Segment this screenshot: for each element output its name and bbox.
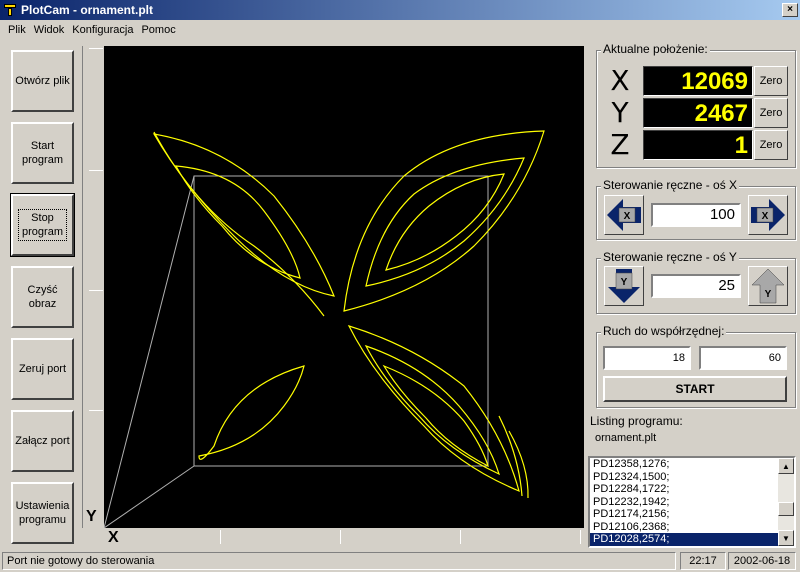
stop-program-button[interactable]: Stop program [10, 193, 75, 257]
arrow-right-icon: X [751, 199, 785, 231]
menu-config[interactable]: Konfiguracja [68, 24, 137, 36]
zero-x-button[interactable]: Zero [754, 66, 788, 96]
status-message: Port nie gotowy do sterowania [2, 552, 676, 570]
menu-bar: Plik Widok Konfiguracja Pomoc [0, 20, 800, 40]
listing-filename: ornament.plt [595, 432, 657, 444]
svg-text:Y: Y [765, 289, 772, 300]
window-title: PlotCam - ornament.plt [21, 3, 154, 17]
list-item[interactable]: PD12174,2156; [590, 508, 794, 521]
list-item[interactable]: PD12232,1942; [590, 496, 794, 509]
app-icon [3, 3, 17, 17]
move-to-x-input[interactable]: 18 [603, 346, 691, 370]
arrow-down-icon: Y [608, 269, 640, 303]
y-coord-label: Y [611, 96, 629, 129]
start-move-button[interactable]: START [603, 376, 787, 402]
y-axis-label: Y [86, 508, 97, 525]
petal-bottom-right-mid [382, 364, 489, 468]
plot-drawing [103, 130, 545, 529]
clear-image-button[interactable]: Czyść obraz [11, 266, 74, 328]
start-program-button[interactable]: Start program [11, 122, 74, 184]
move-to-y-input[interactable]: 60 [699, 346, 787, 370]
x-coord-label: X [610, 64, 630, 97]
move-to-title: Ruch do współrzędnej: [601, 324, 727, 338]
y-coord-value: 2467 [643, 98, 753, 128]
list-item[interactable]: PD12358,1276; [590, 458, 794, 471]
manual-x-title: Sterowanie ręczne - oś X [601, 178, 740, 192]
listing-scrollbar[interactable]: ▲ ▼ [778, 458, 794, 546]
status-bar: Port nie gotowy do sterowania 22:17 2002… [0, 550, 800, 572]
arc-top-left [153, 131, 325, 317]
svg-text:Y: Y [621, 277, 628, 288]
zero-y-button[interactable]: Zero [754, 98, 788, 128]
petal-top-left-inner [174, 165, 301, 279]
move-x-right-button[interactable]: X [748, 195, 788, 235]
list-item[interactable]: PD12106,2368; [590, 521, 794, 534]
position-title: Aktualne położenie: [601, 42, 710, 56]
z-coord-label: Z [610, 128, 630, 161]
listing-box[interactable]: PD12358,1276; PD12324,1500; PD12284,1722… [588, 456, 796, 548]
petal-top-left-outer [152, 133, 335, 297]
svg-text:X: X [762, 211, 769, 222]
menu-help[interactable]: Pomoc [137, 24, 179, 36]
manual-x-step-input[interactable]: 100 [651, 203, 741, 227]
zero-z-button[interactable]: Zero [754, 130, 788, 160]
list-item[interactable]: PD12324,1500; [590, 471, 794, 484]
open-file-button[interactable]: Otwórz plik [11, 50, 74, 112]
enable-port-button[interactable]: Załącz port [11, 410, 74, 472]
horizontal-ruler [104, 528, 584, 546]
manual-y-step-input[interactable]: 25 [651, 274, 741, 298]
menu-view[interactable]: Widok [30, 24, 69, 36]
status-date: 2002-06-18 [728, 552, 796, 570]
scroll-up-icon[interactable]: ▲ [778, 458, 794, 474]
plot-canvas[interactable] [103, 46, 584, 529]
menu-file[interactable]: Plik [4, 24, 30, 36]
x-axis-label: X [108, 529, 119, 546]
move-y-down-button[interactable]: Y [604, 266, 644, 306]
z-coord-value: 1 [643, 130, 753, 160]
list-item[interactable]: PD12284,1722; [590, 483, 794, 496]
tool-path-frame [103, 175, 489, 529]
close-button[interactable]: × [782, 3, 798, 17]
x-coord-value: 12069 [643, 66, 753, 96]
program-settings-button[interactable]: Ustawienia programu [11, 482, 74, 544]
arrow-up-icon: Y [751, 268, 785, 304]
listing-title: Listing programu: [590, 414, 683, 428]
arrow-left-icon: X [607, 199, 641, 231]
petal-top-right-inner [365, 157, 525, 287]
status-time: 22:17 [680, 552, 726, 570]
move-y-up-button[interactable]: Y [748, 266, 788, 306]
manual-y-title: Sterowanie ręczne - oś Y [601, 250, 739, 264]
petal-bottom-right-inner [364, 344, 500, 476]
list-item-selected[interactable]: PD12028,2574; [590, 533, 794, 546]
scroll-down-icon[interactable]: ▼ [778, 530, 794, 546]
reset-port-button[interactable]: Zeruj port [11, 338, 74, 400]
svg-text:X: X [624, 211, 631, 222]
vertical-ruler [82, 46, 104, 528]
petal-top-right-mid [385, 173, 505, 271]
move-x-left-button[interactable]: X [604, 195, 644, 235]
petal-bottom-left [198, 365, 305, 460]
scroll-thumb[interactable] [778, 502, 794, 516]
title-bar: PlotCam - ornament.plt × [0, 0, 800, 20]
